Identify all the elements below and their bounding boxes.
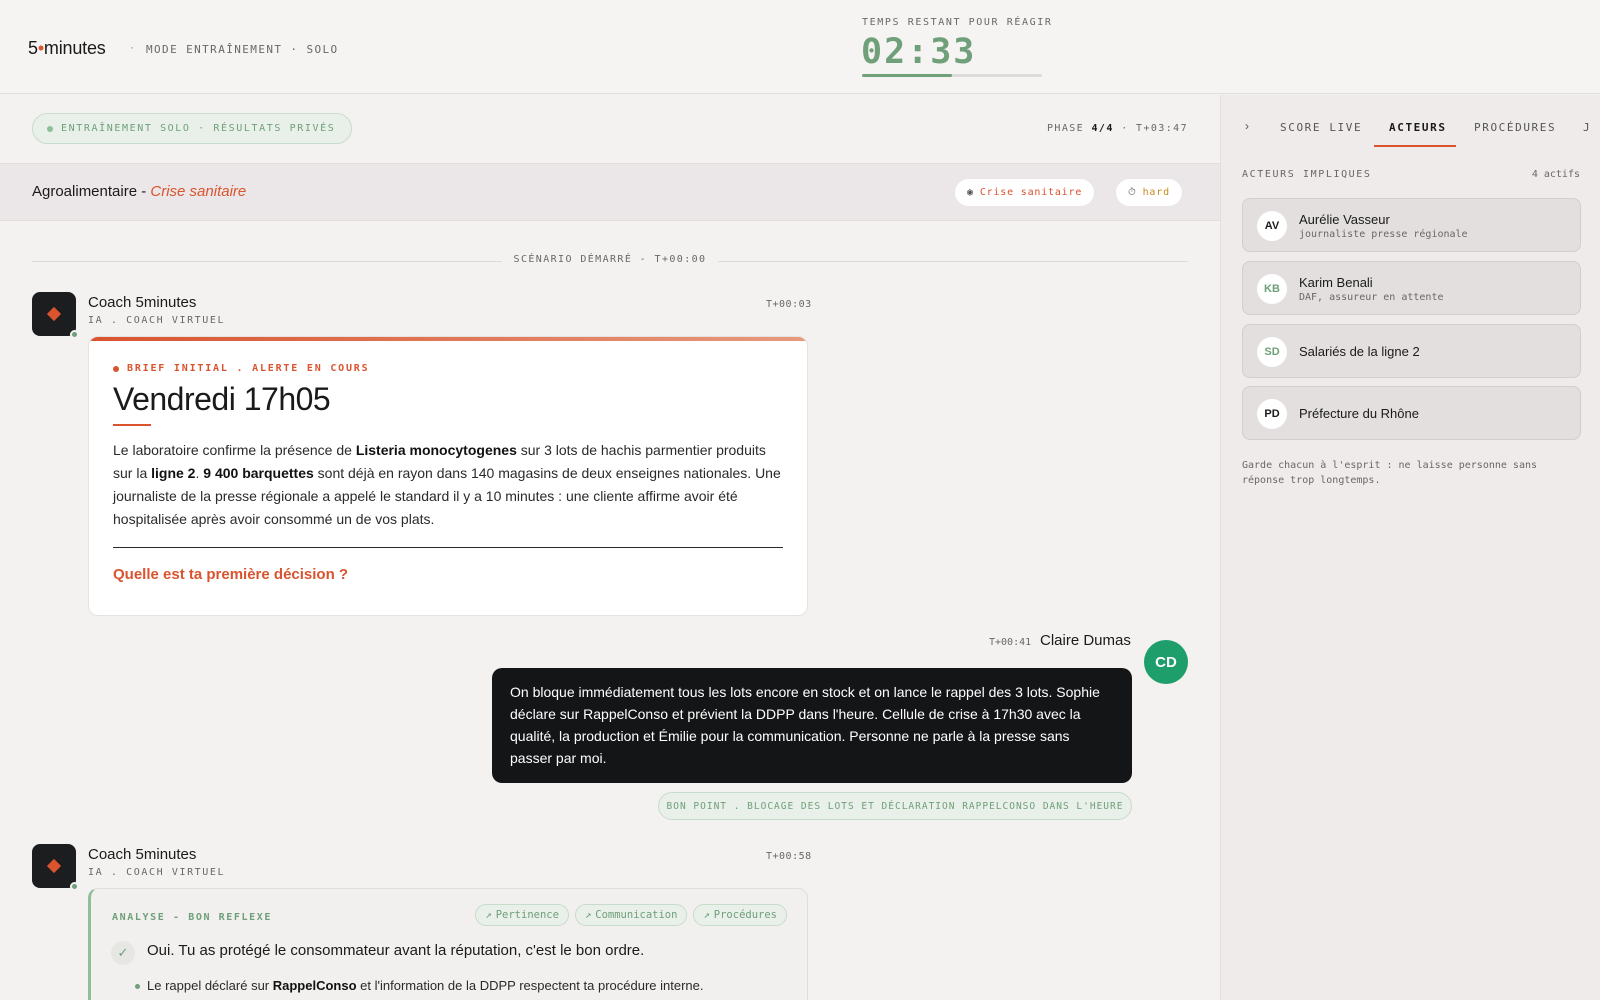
actor-avatar: PD xyxy=(1257,399,1287,429)
scenario-bar: Agroalimentaire - Crise sanitaire ◉ Cris… xyxy=(0,163,1220,221)
brief-label: BRIEF INITIAL . ALERTE EN COURS xyxy=(113,363,369,374)
tag-pertinence[interactable]: ↗ Pertinence xyxy=(475,904,569,926)
actor-card[interactable]: AV Aurélie Vasseur journaliste presse ré… xyxy=(1242,198,1581,252)
tag-label: Communication xyxy=(595,909,678,921)
actor-name: Préfecture du Rhône xyxy=(1299,406,1419,421)
user-avatar: CD xyxy=(1144,640,1188,684)
tag-procedures[interactable]: ↗ Procédures xyxy=(693,904,787,926)
difficulty-chip[interactable]: ⏱ hard xyxy=(1116,179,1182,206)
brief-accent-bar xyxy=(89,337,807,341)
phase-indicator: PHASE 4/4 · T+03:47 xyxy=(1047,123,1188,134)
phase-value: 4/4 xyxy=(1091,123,1114,134)
actor-avatar: SD xyxy=(1257,337,1287,367)
difficulty-chip-label: hard xyxy=(1142,187,1170,198)
scenario-title: Agroalimentaire - Crise sanitaire xyxy=(32,183,246,200)
message-timestamp: T+00:58 xyxy=(766,851,812,862)
countdown-timer: 02:33 xyxy=(861,32,977,72)
brief-title: Vendredi 17h05 xyxy=(113,381,331,417)
user-message-timestamp: T+00:41 xyxy=(989,637,1032,648)
message-timestamp: T+00:03 xyxy=(766,299,812,310)
brief-label-text: BRIEF INITIAL . ALERTE EN COURS xyxy=(127,363,370,374)
actor-name: Salariés de la ligne 2 xyxy=(1299,344,1420,359)
actors-count: 4 actifs xyxy=(1531,169,1580,180)
analysis-label: ANALYSE - BON REFLEXE xyxy=(112,912,273,923)
phase-label: PHASE xyxy=(1046,123,1085,134)
actors-title: ACTEURS IMPLIQUES xyxy=(1242,169,1372,180)
actor-name: Aurélie Vasseur xyxy=(1299,212,1390,227)
timer-label: TEMPS RESTANT POUR RÉAGIR xyxy=(862,17,1053,28)
arrow-up-right-icon: ↗ xyxy=(584,909,592,921)
check-icon: ✓ xyxy=(111,941,135,965)
stopwatch-icon: ⏱ xyxy=(1128,187,1137,198)
coach-name: Coach 5minutes xyxy=(88,294,197,311)
alert-dot-icon xyxy=(113,365,119,372)
coach-avatar xyxy=(32,844,79,891)
coach-name: Coach 5minutes xyxy=(88,846,197,863)
divider-label: SCÉNARIO DÉMARRÉ - T+00:00 xyxy=(513,254,707,265)
active-tab-underline xyxy=(1374,145,1456,147)
app-logo[interactable]: 5•minutes xyxy=(28,38,106,59)
target-icon: ◉ xyxy=(967,187,974,198)
actor-card[interactable]: KB Karim Benali DAF, assureur en attente xyxy=(1242,261,1581,315)
tab-journal[interactable]: J xyxy=(1583,121,1591,134)
logo-number: 5 xyxy=(28,38,38,58)
actor-avatar: AV xyxy=(1257,211,1287,241)
coach-subtitle: IA . COACH VIRTUEL xyxy=(88,867,226,878)
scenario-crisis: Crise sanitaire xyxy=(150,183,247,200)
timer-progress-fill xyxy=(862,74,952,77)
actor-name: Karim Benali xyxy=(1299,275,1373,290)
scenario-sector: Agroalimentaire - xyxy=(32,183,151,200)
arrow-up-right-icon: ↗ xyxy=(703,909,710,921)
actor-avatar: KB xyxy=(1257,274,1287,304)
top-bar: 5•minutes · MODE ENTRAÎNEMENT · SOLO TEM… xyxy=(0,0,1600,94)
sub-header: ENTRAÎNEMENT SOLO · RÉSULTATS PRIVÉS PHA… xyxy=(0,95,1220,163)
actors-note: Garde chacun à l'esprit : ne laisse pers… xyxy=(1242,460,1538,486)
brief-question: Quelle est ta première décision ? xyxy=(113,566,349,583)
side-panel: › SCORE LIVE ACTEURS PROCÉDURES J ACTEUR… xyxy=(1220,95,1600,1000)
actor-card[interactable]: PD Préfecture du Rhône xyxy=(1242,386,1581,440)
analysis-card: ANALYSE - BON REFLEXE ↗ Pertinence ↗ Commu… xyxy=(88,888,808,1000)
status-dot-icon xyxy=(47,125,53,132)
coach-avatar xyxy=(32,292,79,339)
scenario-start-divider: SCÉNARIO DÉMARRÉ - T+00:00 xyxy=(32,254,1188,268)
diamond-icon xyxy=(46,306,62,322)
online-status-dot xyxy=(70,330,79,339)
phase-time: · T+03:47 xyxy=(1121,123,1188,134)
tab-acteurs[interactable]: ACTEURS xyxy=(1389,121,1447,134)
arrow-up-right-icon: ↗ xyxy=(485,909,492,921)
user-name: Claire Dumas xyxy=(1040,632,1131,649)
tag-label: Pertinence xyxy=(495,909,559,921)
actor-role: DAF, assureur en attente xyxy=(1299,292,1444,303)
user-message-bubble: On bloque immédiatement tous les lots en… xyxy=(492,668,1132,783)
panel-tabs: › SCORE LIVE ACTEURS PROCÉDURES J xyxy=(1221,95,1600,147)
good-point-badge: BON POINT . BLOCAGE DES LOTS ET DÉCLARAT… xyxy=(658,792,1132,820)
online-status-dot xyxy=(70,882,79,891)
brief-title-underline xyxy=(113,424,151,426)
brief-divider xyxy=(113,547,783,548)
tab-score-live[interactable]: SCORE LIVE xyxy=(1280,121,1362,134)
solo-mode-pill: ENTRAÎNEMENT SOLO · RÉSULTATS PRIVÉS xyxy=(32,113,353,144)
timer-progress-track xyxy=(862,74,1042,77)
actor-role: journaliste presse régionale xyxy=(1299,229,1468,240)
analysis-tags: ↗ Pertinence ↗ Communication ↗ Procédures xyxy=(475,904,787,926)
crisis-type-chip[interactable]: ◉ Crise sanitaire xyxy=(955,179,1095,206)
actor-card[interactable]: SD Salariés de la ligne 2 xyxy=(1242,324,1581,378)
logo-word: minutes xyxy=(43,38,106,58)
solo-pill-label: ENTRAÎNEMENT SOLO · RÉSULTATS PRIVÉS xyxy=(61,123,336,134)
crisis-chip-label: Crise sanitaire xyxy=(979,187,1083,198)
analysis-bullet: Le rappel déclaré sur RappelConso et l'i… xyxy=(134,978,704,993)
header-separator: · xyxy=(130,40,134,54)
tag-communication[interactable]: ↗ Communication xyxy=(574,904,688,926)
tab-procedures[interactable]: PROCÉDURES xyxy=(1474,121,1556,134)
divider-line-right xyxy=(718,261,1188,262)
brief-body: Le laboratoire confirme la présence de L… xyxy=(113,442,781,527)
diamond-icon xyxy=(46,858,62,874)
brief-card: BRIEF INITIAL . ALERTE EN COURS Vendredi… xyxy=(88,336,808,616)
analysis-summary: Oui. Tu as protégé le consommateur avant… xyxy=(147,942,645,959)
chat-main: ENTRAÎNEMENT SOLO · RÉSULTATS PRIVÉS PHA… xyxy=(0,95,1220,1000)
mode-label: MODE ENTRAÎNEMENT · SOLO xyxy=(146,43,339,56)
tag-label: Procédures xyxy=(713,909,777,921)
coach-subtitle: IA . COACH VIRTUEL xyxy=(88,315,226,326)
collapse-chevron-icon[interactable]: › xyxy=(1245,119,1249,133)
